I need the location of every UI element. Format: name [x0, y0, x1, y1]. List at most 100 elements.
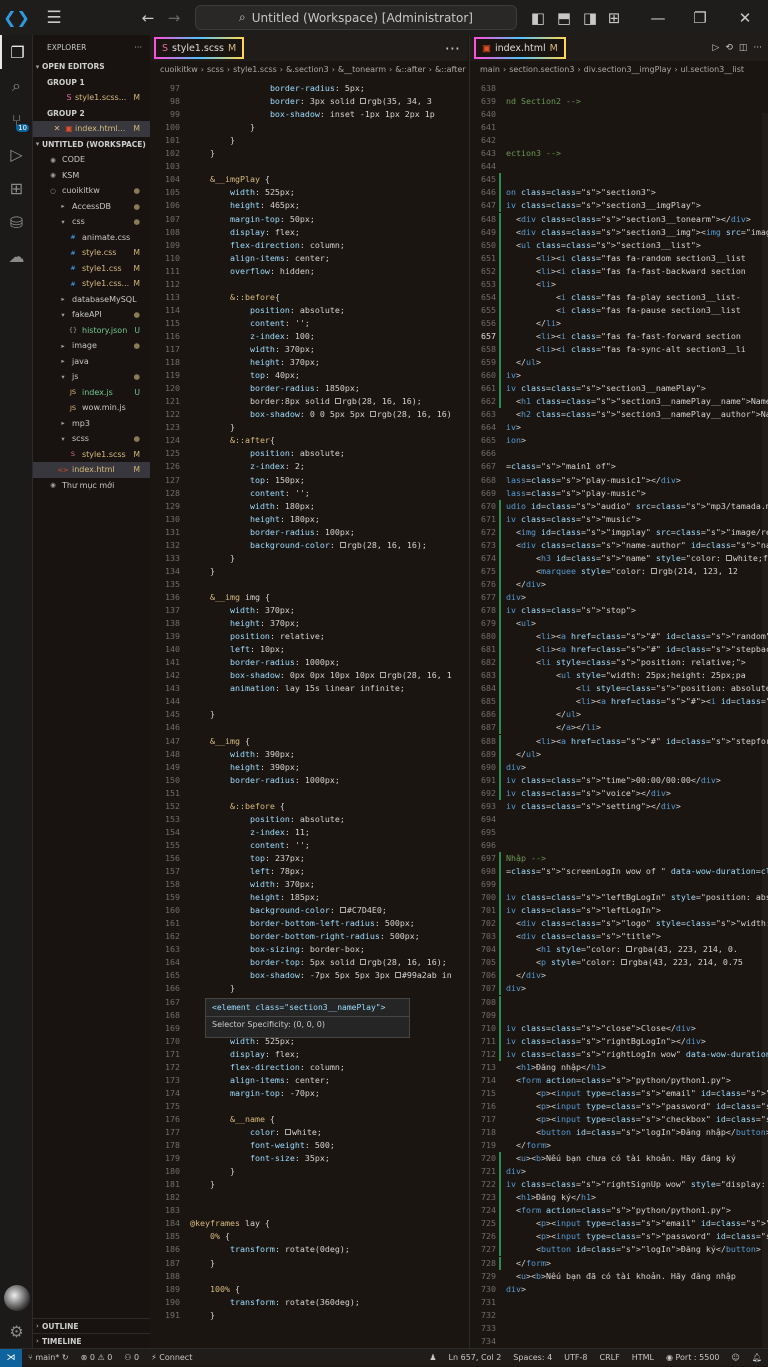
live-server-port[interactable]: ◉ Port : 5500 [660, 1353, 726, 1362]
customize-layout-icon[interactable]: ⊞ [606, 0, 622, 35]
cursor-position[interactable]: Ln 657, Col 2 [443, 1353, 508, 1362]
tree-item[interactable]: ▾ css ● [33, 214, 150, 230]
command-center-search[interactable]: ⌕ Untitled (Workspace) [Administrator] [195, 5, 517, 30]
open-editor-item-style1[interactable]: S style1.scss... M [33, 90, 150, 106]
close-window-icon[interactable]: ✕ [735, 0, 755, 35]
workspace-section[interactable]: ▾ UNTITLED (WORKSPACE) [33, 137, 150, 153]
code-line: top: 237px; [249, 852, 305, 863]
tree-item[interactable]: JS index.js U [33, 385, 150, 401]
open-editor-filename: style1.scss... [75, 93, 127, 103]
line-number: 728 [481, 1257, 496, 1268]
toggle-panel-icon[interactable]: ⬒ [556, 0, 572, 35]
split-editor-icon[interactable]: ◫ [739, 43, 748, 53]
tree-item[interactable]: ◉ CODE [33, 152, 150, 168]
tree-item[interactable]: ▾ scss ● [33, 431, 150, 447]
line-number: 712 [481, 1048, 496, 1059]
tree-item-label: Thư mục mới [62, 480, 115, 490]
tree-item[interactable]: ▸ image ● [33, 338, 150, 354]
tree-item[interactable]: ▾ js ● [33, 369, 150, 385]
run-debug-icon[interactable]: ▷ [0, 137, 33, 171]
open-changes-icon[interactable]: ⟲ [725, 43, 733, 53]
timeline-section[interactable]: › TIMELINE [33, 1333, 150, 1348]
tree-item[interactable]: <> index.html M [33, 462, 150, 478]
indentation[interactable]: Spaces: 4 [507, 1353, 558, 1362]
breadcrumb-item[interactable]: scss [207, 65, 224, 74]
extensions-icon[interactable]: ⊞ [0, 171, 33, 205]
scss-file-icon: S [162, 42, 169, 54]
breadcrumb-item[interactable]: &::after [435, 65, 466, 74]
code-line: Nhập --> [506, 852, 546, 863]
language-mode[interactable]: HTML [626, 1353, 660, 1362]
more-actions-icon[interactable]: ··· [134, 43, 142, 52]
more-actions-icon[interactable]: ··· [445, 39, 460, 58]
more-actions-icon[interactable]: ··· [753, 43, 762, 53]
breadcrumb-item[interactable]: section.section3 [509, 65, 574, 74]
tree-item[interactable]: JS wow.min.js [33, 400, 150, 416]
code-line: box-shadow: 0 0 5px 5px rgb(28, 16, 16) [249, 409, 452, 420]
tree-item-icon: S [70, 450, 76, 459]
breadcrumb-item[interactable]: div.section3__imgPlay [584, 65, 672, 74]
run-icon[interactable]: ▷ [712, 43, 719, 53]
close-icon[interactable]: ✕ [51, 124, 63, 133]
ports-indicator[interactable]: ⚇ 0 [118, 1353, 145, 1362]
open-editors-section[interactable]: ▾ OPEN EDITORS [33, 59, 150, 75]
remote-icon[interactable]: ⋊ [0, 1348, 22, 1367]
database-icon[interactable]: ⛁ [0, 205, 33, 239]
toggle-secondary-sidebar-icon[interactable]: ◨ [582, 0, 598, 35]
breadcrumb-item[interactable]: main [480, 65, 500, 74]
tree-item[interactable]: {} history.json U [33, 323, 150, 339]
tree-item[interactable]: ◉ KSM [33, 168, 150, 184]
branch-indicator[interactable]: ⑂ main* ↻ [22, 1353, 75, 1362]
toggle-sidebar-icon[interactable]: ◧ [530, 0, 546, 35]
tree-item[interactable]: # animate.css [33, 230, 150, 246]
tab-style1-scss[interactable]: S style1.scss M [154, 37, 245, 59]
forward-arrow-icon[interactable]: → [166, 0, 182, 35]
tree-item[interactable]: ▸ mp3 [33, 416, 150, 432]
tree-item[interactable]: Sstyle1.scss M [33, 447, 150, 463]
back-arrow-icon[interactable]: ← [140, 0, 156, 35]
git-change-marker [499, 316, 501, 330]
notification-icon[interactable]: ♟ [423, 1353, 442, 1362]
outline-label: OUTLINE [42, 1321, 79, 1331]
tab-index-html[interactable]: ▣ index.html M [474, 37, 566, 59]
tree-item[interactable]: ○ cuoikitkw ● [33, 183, 150, 199]
minimize-icon[interactable]: — [648, 0, 668, 35]
open-editor-item-index[interactable]: ✕ ▣ index.html... M [33, 121, 150, 137]
breadcrumb-item[interactable]: ul.section3__list [681, 65, 745, 74]
minimap[interactable] [762, 113, 768, 1348]
tree-item-icon: ◉ [50, 155, 56, 164]
bell-icon[interactable]: 🔔︎ [746, 1353, 768, 1362]
explorer-icon[interactable]: ❐ [0, 35, 33, 69]
connect-button[interactable]: ⚡ Connect [145, 1353, 198, 1362]
breadcrumb-item[interactable]: cuoikitkw [160, 65, 198, 74]
tree-item[interactable]: ▸ AccessDB ● [33, 199, 150, 215]
code-line: content: ''; [249, 487, 310, 498]
tree-item[interactable]: ▸ java [33, 354, 150, 370]
breadcrumb-item[interactable]: &__tonearm [338, 65, 386, 74]
docker-icon[interactable]: ☁ [0, 239, 33, 273]
outline-section[interactable]: › OUTLINE [33, 1318, 150, 1333]
account-icon[interactable]: ☺ [726, 1353, 746, 1362]
end-of-line[interactable]: CRLF [594, 1353, 626, 1362]
tree-item-icon: # [70, 248, 76, 257]
tree-item[interactable]: # style1.css M [33, 261, 150, 277]
encoding[interactable]: UTF-8 [558, 1353, 593, 1362]
restore-icon[interactable]: ❐ [690, 0, 710, 35]
tree-item[interactable]: # style.css M [33, 245, 150, 261]
menu-icon[interactable]: ☰ [33, 0, 75, 35]
tree-item[interactable]: ▾ fakeAPI ● [33, 307, 150, 323]
code-line: iv> [506, 370, 521, 381]
settings-gear-icon[interactable]: ⚙ [0, 1314, 33, 1348]
code-line: flex-direction: column; [229, 239, 345, 250]
search-view-icon[interactable]: ⌕ [0, 69, 33, 103]
line-number: 667 [481, 461, 496, 472]
breadcrumb-item[interactable]: &::after [395, 65, 426, 74]
tree-item[interactable]: ◉ Thư mục mới [33, 478, 150, 494]
breadcrumb-item[interactable]: style1.scss [233, 65, 277, 74]
problems-indicator[interactable]: ⊗ 0 ⚠ 0 [75, 1353, 119, 1362]
tree-item[interactable]: # style1.css... M [33, 276, 150, 292]
source-control-icon[interactable]: ⑂ 10 [0, 103, 33, 137]
breadcrumb-item[interactable]: &.section3 [286, 65, 329, 74]
tree-item[interactable]: ▸ databaseMySQL [33, 292, 150, 308]
avatar[interactable] [4, 1285, 30, 1311]
